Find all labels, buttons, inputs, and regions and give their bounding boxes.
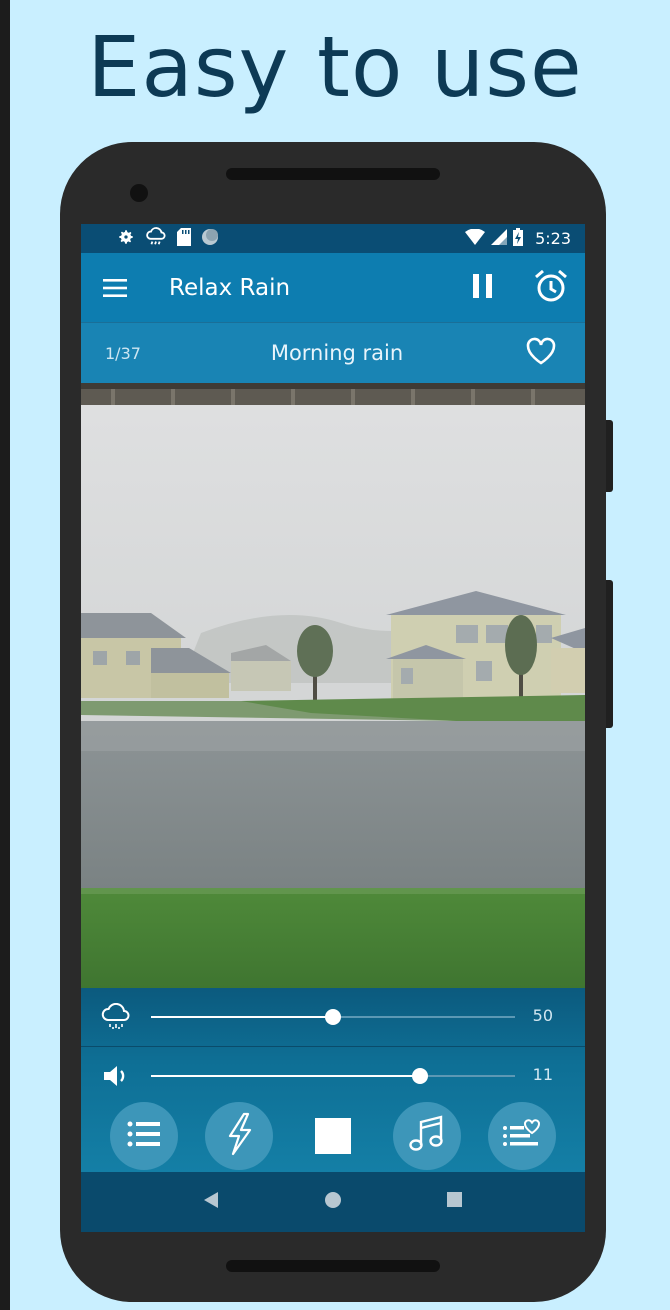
recents-square-icon[interactable] — [446, 1192, 463, 1212]
headline: Easy to use — [87, 18, 583, 116]
battery-charging-icon — [513, 227, 524, 250]
top-speaker — [226, 168, 440, 180]
signal-icon — [491, 228, 508, 249]
wifi-icon — [465, 227, 486, 249]
system-nav-bar — [81, 1172, 585, 1232]
rain-slider-thumb[interactable] — [325, 1009, 341, 1025]
pause-button[interactable] — [449, 253, 517, 322]
heart-outline-icon — [525, 336, 557, 370]
volume-slider[interactable]: 11 — [81, 1047, 585, 1105]
volume-slider-track[interactable] — [151, 1068, 515, 1084]
thunder-button[interactable] — [204, 1102, 273, 1170]
stop-icon — [314, 1118, 351, 1154]
front-camera — [130, 184, 148, 202]
controls-panel: 50 11 — [81, 988, 585, 1172]
music-note-icon — [409, 1114, 445, 1158]
volume-slider-thumb[interactable] — [412, 1068, 429, 1084]
lightning-icon — [224, 1112, 254, 1160]
track-name: Morning rain — [270, 341, 404, 365]
rain-slider-fill — [151, 1016, 333, 1018]
playlist-button[interactable] — [110, 1102, 179, 1170]
sd-card-icon — [177, 227, 191, 250]
speaker-icon — [81, 1063, 151, 1089]
volume-slider-value: 11 — [532, 1065, 553, 1084]
favorite-button[interactable] — [497, 336, 585, 370]
rain-cloud-icon — [81, 1003, 151, 1031]
music-button[interactable] — [393, 1102, 462, 1170]
list-icon — [126, 1119, 162, 1153]
volume-rocker — [606, 580, 613, 728]
app-bar: Relax Rain — [81, 253, 585, 322]
track-bar: 1/37 Morning rain — [81, 322, 585, 383]
app-screen: 5:23 Relax Rain 1/37 Morning rain 50 11 — [81, 224, 585, 1232]
phone-frame: 5:23 Relax Rain 1/37 Morning rain 50 11 — [60, 142, 613, 1302]
volume-slider-fill — [151, 1075, 421, 1077]
rain-slider-value: 50 — [532, 1006, 553, 1025]
rain-scene-image — [81, 383, 585, 988]
bottom-speaker — [226, 1260, 440, 1272]
app-title: Relax Rain — [169, 274, 291, 301]
alarm-button[interactable] — [517, 253, 585, 322]
power-button — [606, 420, 613, 492]
circle-icon — [201, 228, 219, 250]
gear-icon — [117, 228, 135, 250]
stop-button[interactable] — [299, 1102, 367, 1170]
home-circle-icon[interactable] — [324, 1191, 342, 1213]
hamburger-menu-icon[interactable] — [81, 253, 151, 322]
list-heart-icon — [502, 1118, 542, 1154]
left-edge-strip — [0, 0, 10, 1310]
clock: 5:23 — [535, 229, 571, 248]
favorites-list-button[interactable] — [487, 1102, 556, 1170]
action-buttons — [81, 1100, 585, 1172]
rain-slider-track[interactable] — [151, 1009, 515, 1025]
cloud-rain-icon — [145, 226, 167, 251]
alarm-clock-icon — [533, 268, 569, 308]
track-counter: 1/37 — [105, 343, 141, 363]
rain-intensity-slider[interactable]: 50 — [81, 988, 585, 1046]
status-bar: 5:23 — [81, 224, 585, 253]
pause-icon — [471, 273, 495, 303]
back-triangle-icon[interactable] — [203, 1191, 219, 1213]
